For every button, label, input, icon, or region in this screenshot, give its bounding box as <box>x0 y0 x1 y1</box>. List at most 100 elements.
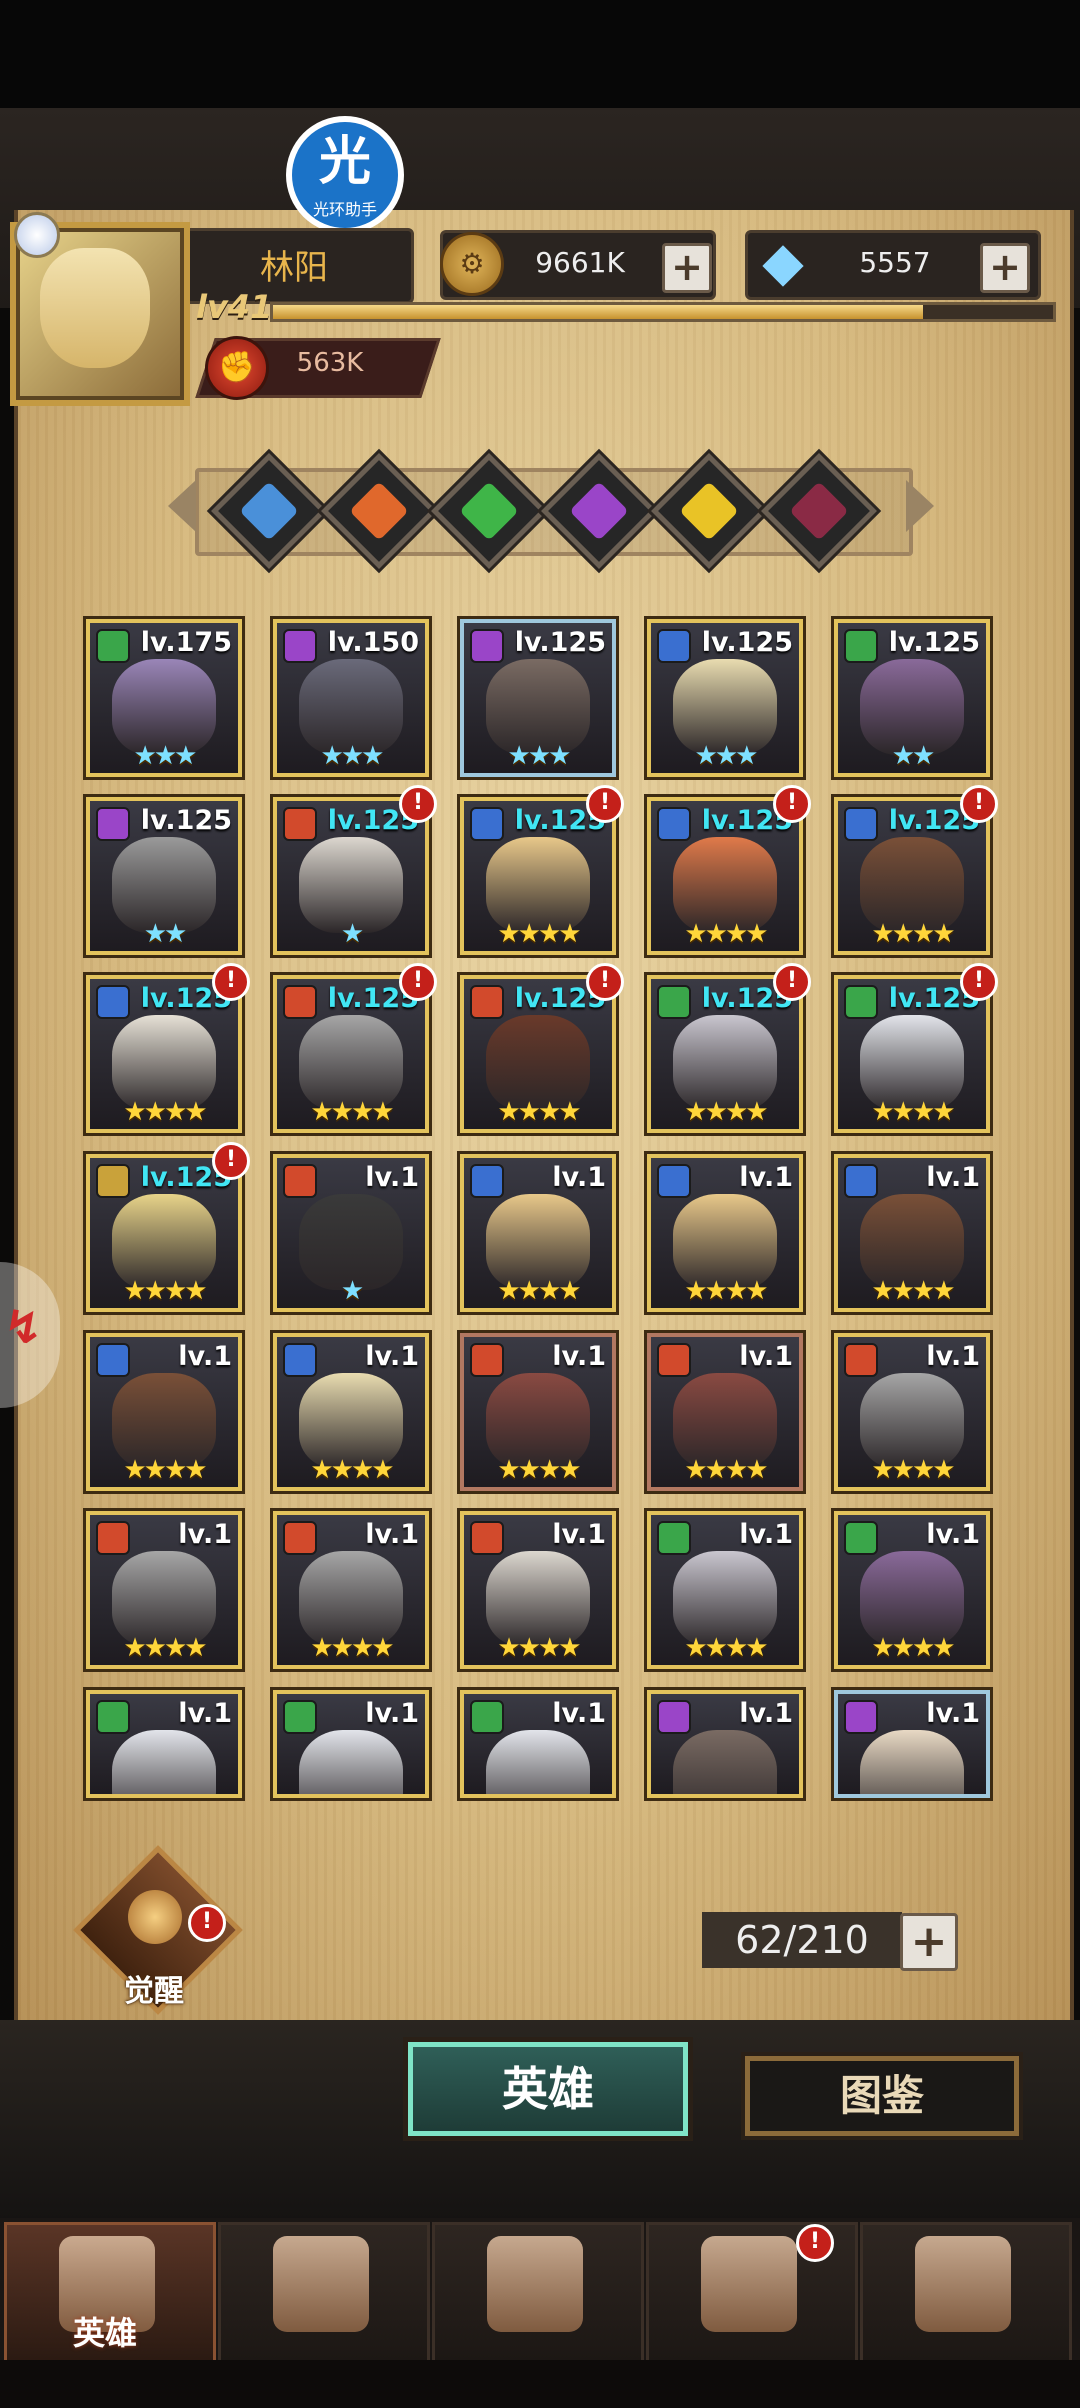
hero-star-rating: ★★★★ <box>684 1455 768 1485</box>
faction-next-arrow-icon[interactable] <box>906 480 934 532</box>
hero-star-rating: ★★★★ <box>497 1276 581 1306</box>
hero-alert-badge: ! <box>773 785 811 823</box>
hero-card[interactable]: lv.125 ★★★ <box>647 619 803 777</box>
hero-class-icon <box>96 1521 130 1555</box>
hero-capacity: 62/210 <box>735 1918 869 1962</box>
hero-star-rating: ★★★★ <box>310 1097 394 1127</box>
player-level: lv41 <box>196 288 273 326</box>
hero-level: lv.1 <box>552 1162 606 1193</box>
hero-card[interactable]: lv.125 ★★ <box>86 797 242 955</box>
hero-level: lv.1 <box>178 1519 232 1550</box>
hero-class-icon <box>657 1164 691 1198</box>
hero-star-rating: ★★★★ <box>310 1455 394 1485</box>
hero-card[interactable]: lv.1 ★★★★ <box>460 1511 616 1669</box>
hero-level: lv.1 <box>365 1162 419 1193</box>
fist-icon: ✊ <box>205 336 269 400</box>
hero-card[interactable]: lv.125 ★★ <box>834 619 990 777</box>
hero-level: lv.1 <box>178 1698 232 1729</box>
hero-card[interactable]: lv.125 ★★★★ <box>834 797 990 955</box>
hero-class-icon <box>657 1700 691 1734</box>
hero-card[interactable]: lv.1 ★★★★ <box>86 1511 242 1669</box>
hero-class-icon <box>96 985 130 1019</box>
hero-card[interactable]: lv.1 ★★★★ <box>647 1333 803 1491</box>
hero-card[interactable]: lv.1 <box>273 1690 429 1798</box>
hero-class-icon <box>470 1521 504 1555</box>
hero-alert-badge: ! <box>212 1142 250 1180</box>
hero-class-icon <box>96 1343 130 1377</box>
hero-card[interactable]: lv.1 ★★★★ <box>86 1333 242 1491</box>
hero-card[interactable]: lv.1 ★★★★ <box>834 1154 990 1312</box>
hero-class-icon <box>657 807 691 841</box>
hero-class-icon <box>283 807 317 841</box>
side-tab-icon: ↯ <box>4 1300 43 1354</box>
hero-portrait <box>299 1730 403 1794</box>
hero-class-icon <box>844 629 878 663</box>
hero-level: lv.125 <box>701 627 793 658</box>
nav-castle-alert-badge: ! <box>796 2224 834 2262</box>
hero-card[interactable]: lv.125 ★★★★ <box>647 975 803 1133</box>
hero-card[interactable]: lv.1 ★★★★ <box>834 1333 990 1491</box>
hero-card[interactable]: lv.1 ★ <box>273 1154 429 1312</box>
hero-card[interactable]: lv.125 ★★★★ <box>86 1154 242 1312</box>
hero-card[interactable]: lv.1 ★★★★ <box>273 1333 429 1491</box>
hero-card[interactable]: lv.125 ★★★ <box>460 619 616 777</box>
hero-level: lv.1 <box>365 1341 419 1372</box>
hero-level: lv.1 <box>365 1698 419 1729</box>
hero-level: lv.1 <box>739 1341 793 1372</box>
hero-level: lv.1 <box>365 1519 419 1550</box>
hero-card[interactable]: lv.1 <box>647 1690 803 1798</box>
add-gems-button[interactable]: + <box>980 243 1030 293</box>
hero-star-rating: ★★★★ <box>123 1633 207 1663</box>
hero-level: lv.1 <box>552 1519 606 1550</box>
hero-card[interactable]: lv.1 ★★★★ <box>834 1511 990 1669</box>
hero-alert-badge: ! <box>960 785 998 823</box>
hero-class-icon <box>470 807 504 841</box>
hero-class-icon <box>657 985 691 1019</box>
gold-coin-icon: ⚙ <box>440 232 504 296</box>
hero-card[interactable]: lv.125 ★★★★ <box>86 975 242 1133</box>
hero-card[interactable]: lv.125 ★★★★ <box>460 797 616 955</box>
hero-class-icon <box>844 1164 878 1198</box>
awaken-label: 觉醒 <box>124 1974 184 2009</box>
hero-portrait <box>112 1730 216 1794</box>
hero-star-rating: ★★★★ <box>123 1276 207 1306</box>
avatar-portrait <box>40 248 150 368</box>
hero-card[interactable]: lv.125 ★★★★ <box>834 975 990 1133</box>
hero-star-rating: ★★★ <box>320 741 385 771</box>
hero-class-icon <box>470 1164 504 1198</box>
nav-adventure-icon <box>273 2236 369 2332</box>
hero-star-rating: ★★★★ <box>871 1633 955 1663</box>
hero-card[interactable]: lv.1 <box>460 1690 616 1798</box>
faction-prev-arrow-icon[interactable] <box>168 480 196 532</box>
hero-card[interactable]: lv.125 ★★★★ <box>647 797 803 955</box>
hero-level: lv.125 <box>514 627 606 658</box>
hero-star-rating: ★★★★ <box>123 1455 207 1485</box>
hero-level: lv.1 <box>926 1162 980 1193</box>
hero-class-icon <box>844 807 878 841</box>
hero-card[interactable]: lv.1 ★★★★ <box>647 1154 803 1312</box>
hero-card[interactable]: lv.175 ★★★ <box>86 619 242 777</box>
hero-star-rating: ★★★★ <box>497 1455 581 1485</box>
tab-codex[interactable]: 图鉴 <box>745 2056 1019 2136</box>
nav-castle-icon <box>701 2236 797 2332</box>
expand-capacity-button[interactable]: + <box>900 1913 958 1971</box>
hero-class-icon <box>96 807 130 841</box>
hero-card[interactable]: lv.125 ★★★★ <box>273 975 429 1133</box>
hero-card[interactable]: lv.125 ★★★★ <box>460 975 616 1133</box>
hero-star-rating: ★★★★ <box>871 919 955 949</box>
tab-heroes[interactable]: 英雄 <box>408 2042 688 2136</box>
hero-class-icon <box>283 1343 317 1377</box>
add-gold-button[interactable]: + <box>662 243 712 293</box>
hero-star-rating: ★★★★ <box>684 1097 768 1127</box>
player-name: 林阳 <box>260 248 328 288</box>
hero-card[interactable]: lv.1 ★★★★ <box>647 1511 803 1669</box>
hero-card[interactable]: lv.1 ★★★★ <box>460 1154 616 1312</box>
hero-star-rating: ★★★★ <box>123 1097 207 1127</box>
hero-card[interactable]: lv.1 <box>834 1690 990 1798</box>
hero-card[interactable]: lv.1 ★★★★ <box>460 1333 616 1491</box>
gold-value: 9661K <box>535 246 625 279</box>
hero-card[interactable]: lv.1 ★★★★ <box>273 1511 429 1669</box>
hero-card[interactable]: lv.125 ★ <box>273 797 429 955</box>
hero-card[interactable]: lv.150 ★★★ <box>273 619 429 777</box>
hero-card[interactable]: lv.1 <box>86 1690 242 1798</box>
